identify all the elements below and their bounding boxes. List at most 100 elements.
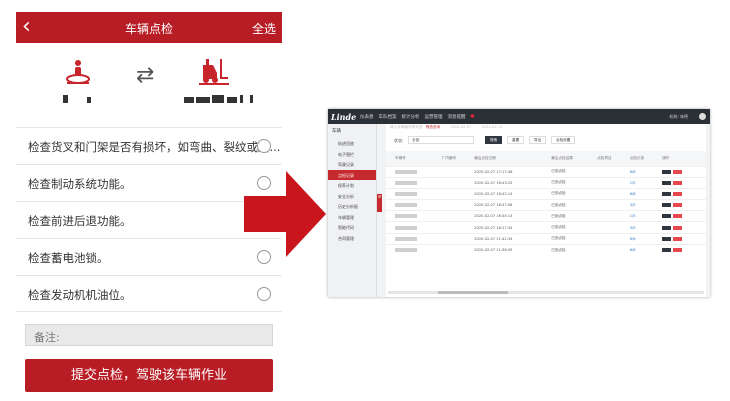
sidebar-item[interactable]: 合同管理 xyxy=(328,233,376,244)
last-check-result: 已到点检 xyxy=(548,199,595,211)
check-record-link[interactable]: 1/5 xyxy=(626,210,660,222)
exchange-arrows-icon: ⇄ xyxy=(136,63,155,88)
col-header: 操作 xyxy=(659,151,706,166)
sidebar-item[interactable]: 智能代码 xyxy=(328,222,376,233)
delete-button[interactable] xyxy=(673,203,683,208)
search-button[interactable]: 搜索 xyxy=(485,136,503,144)
view-button[interactable] xyxy=(662,236,672,241)
submit-inspection-button[interactable]: 提交点检，驾驶该车辆作业 xyxy=(25,359,273,392)
check-record-link[interactable]: 1/5 xyxy=(626,176,660,189)
notification-dot-icon: ● xyxy=(470,114,475,119)
check-record-link[interactable]: 6/6 xyxy=(626,232,660,245)
check-item-label: 检查货叉和门架是否有损坏，如弯曲、裂纹或磨... xyxy=(28,140,281,154)
delete-button[interactable] xyxy=(673,236,683,241)
horizontal-scrollbar[interactable] xyxy=(388,291,704,294)
status-select[interactable]: 全部 xyxy=(408,136,474,144)
sidebar-item[interactable]: 保养计划 xyxy=(328,180,376,191)
driver-vehicle-diagram: ⇄ xyxy=(16,43,282,119)
delete-button[interactable] xyxy=(673,248,683,253)
sidebar-item[interactable]: 历史分析报 xyxy=(328,201,376,212)
check-radio[interactable] xyxy=(257,287,271,301)
nav-messages[interactable]: 消息提醒 xyxy=(448,114,466,120)
nav-dashboard[interactable]: 仪表盘 xyxy=(360,114,374,120)
nav-operations[interactable]: 运营管理 xyxy=(425,114,443,120)
check-items xyxy=(594,243,627,256)
view-button[interactable] xyxy=(662,203,672,208)
sidebar-item[interactable]: 车辆管理 xyxy=(328,212,376,223)
row-actions xyxy=(659,165,706,178)
last-check-date: 2020-02-07 16:34:13 xyxy=(471,210,549,222)
driver-name-redacted xyxy=(63,95,99,103)
sidebar-item[interactable]: 安全分析 xyxy=(328,191,376,202)
search-row: 输入车辆编号或车型 筛选查询 2020-02-07 2020-02-13 xyxy=(386,124,706,131)
inspection-settings-button[interactable]: 点检设置 xyxy=(551,136,576,144)
sidebar: 车辆 轨迹回放 电子围栏 驾驶记录 点检记录 保养计划 安全分析 历史分析报 车… xyxy=(328,124,377,297)
check-item-forward-reverse[interactable]: 检查前进后退功能。 xyxy=(16,201,282,238)
sidebar-item[interactable]: 电子围栏 xyxy=(328,149,376,160)
row-actions xyxy=(659,199,706,211)
view-button[interactable] xyxy=(662,225,672,230)
last-check-result: 已到点检 xyxy=(548,210,595,222)
export-button[interactable]: 导出 xyxy=(529,136,547,144)
nav-statistics[interactable]: 统计分析 xyxy=(402,114,420,120)
check-item-engine-oil[interactable]: 检查发动机机油位。 xyxy=(16,275,282,312)
factory-no-redacted xyxy=(438,176,472,189)
delete-button[interactable] xyxy=(673,225,683,230)
check-record-link[interactable]: 3/5 xyxy=(626,199,660,211)
linde-logo: Linde xyxy=(331,112,357,122)
view-button[interactable] xyxy=(662,169,672,174)
check-radio[interactable] xyxy=(257,139,271,153)
mobile-inspection-screen: ‹ 车辆点检 全选 ⇄ 检查货叉和门架是否有损坏，如弯曲、裂纹或磨... 检查制… xyxy=(16,12,282,396)
inspection-table: 车辆号 厂内编号 最后点检日期 最后点检结果 点检项目 点检记录 操作 2020… xyxy=(386,151,706,256)
sidebar-collapse-tab[interactable]: ☰ xyxy=(377,194,382,212)
main-content: 输入车辆编号或车型 筛选查询 2020-02-07 2020-02-13 状态:… xyxy=(386,124,706,297)
view-button[interactable] xyxy=(662,180,672,185)
last-check-result: 已到点检 xyxy=(548,221,595,234)
check-record-link[interactable]: 6/6 xyxy=(626,187,660,200)
page-title: 车辆点检 xyxy=(124,22,173,36)
view-button[interactable] xyxy=(662,248,672,253)
view-button[interactable] xyxy=(662,191,672,196)
check-record-link[interactable]: 6/6 xyxy=(626,165,660,178)
last-check-result: 已到点检 xyxy=(548,176,595,189)
delete-button[interactable] xyxy=(673,214,683,219)
table-row: 2020-02-07 16:37:08 已到点检 3/5 xyxy=(386,199,706,211)
view-button[interactable] xyxy=(662,214,672,219)
row-actions xyxy=(659,221,706,234)
sidebar-item-active[interactable]: 点检记录 xyxy=(328,169,376,180)
vehicle-no-redacted xyxy=(392,221,439,234)
check-record-link[interactable]: 6/6 xyxy=(626,243,660,256)
status-label: 状态: xyxy=(394,138,404,143)
delete-button[interactable] xyxy=(673,180,683,185)
search-filter-label[interactable]: 筛选查询 xyxy=(426,125,440,129)
check-item-battery-lock[interactable]: 检查蓄电池锁。 xyxy=(16,238,282,275)
last-check-result: 已到点检 xyxy=(548,243,595,256)
check-items xyxy=(594,187,627,200)
check-item-label: 检查制动系统功能。 xyxy=(28,177,132,191)
check-record-link[interactable]: 3/5 xyxy=(626,221,660,234)
vehicle-no-redacted xyxy=(392,199,439,211)
table-row: 2020-02-07 11:36:35 已到点检 6/6 xyxy=(386,243,706,256)
delete-button[interactable] xyxy=(673,191,683,196)
select-all-button[interactable]: 全选 xyxy=(252,20,276,37)
user-avatar-icon[interactable] xyxy=(699,113,706,120)
last-check-result: 已到点检 xyxy=(548,165,595,178)
factory-no-redacted xyxy=(438,232,472,245)
delete-button[interactable] xyxy=(673,169,683,174)
table-header-row: 车辆号 厂内编号 最后点检日期 最后点检结果 点检项目 点检记录 操作 xyxy=(386,151,706,166)
remarks-field[interactable]: 备注: xyxy=(25,324,273,346)
check-item-brake[interactable]: 检查制动系统功能。 xyxy=(16,164,282,201)
start-date[interactable]: 2020-02-07 xyxy=(450,125,471,129)
col-header: 最后点检日期 xyxy=(471,151,549,166)
nav-fleet[interactable]: 车队档案 xyxy=(379,114,397,120)
sidebar-item[interactable]: 驾驶记录 xyxy=(328,159,376,170)
last-check-date: 2020-02-07 17:17:46 xyxy=(471,165,549,178)
end-date[interactable]: 2020-02-13 xyxy=(482,125,503,129)
check-item-fork-mast[interactable]: 检查货叉和门架是否有损坏，如弯曲、裂纹或磨... xyxy=(16,127,282,164)
search-input[interactable]: 输入车辆编号或车型 xyxy=(390,125,422,129)
reset-button[interactable]: 重置 xyxy=(507,136,525,144)
factory-no-redacted xyxy=(438,210,472,222)
row-actions xyxy=(659,232,706,245)
sidebar-item[interactable]: 轨迹回放 xyxy=(328,138,376,149)
table-row: 2020-02-07 17:17:46 已到点检 6/6 xyxy=(386,165,706,178)
